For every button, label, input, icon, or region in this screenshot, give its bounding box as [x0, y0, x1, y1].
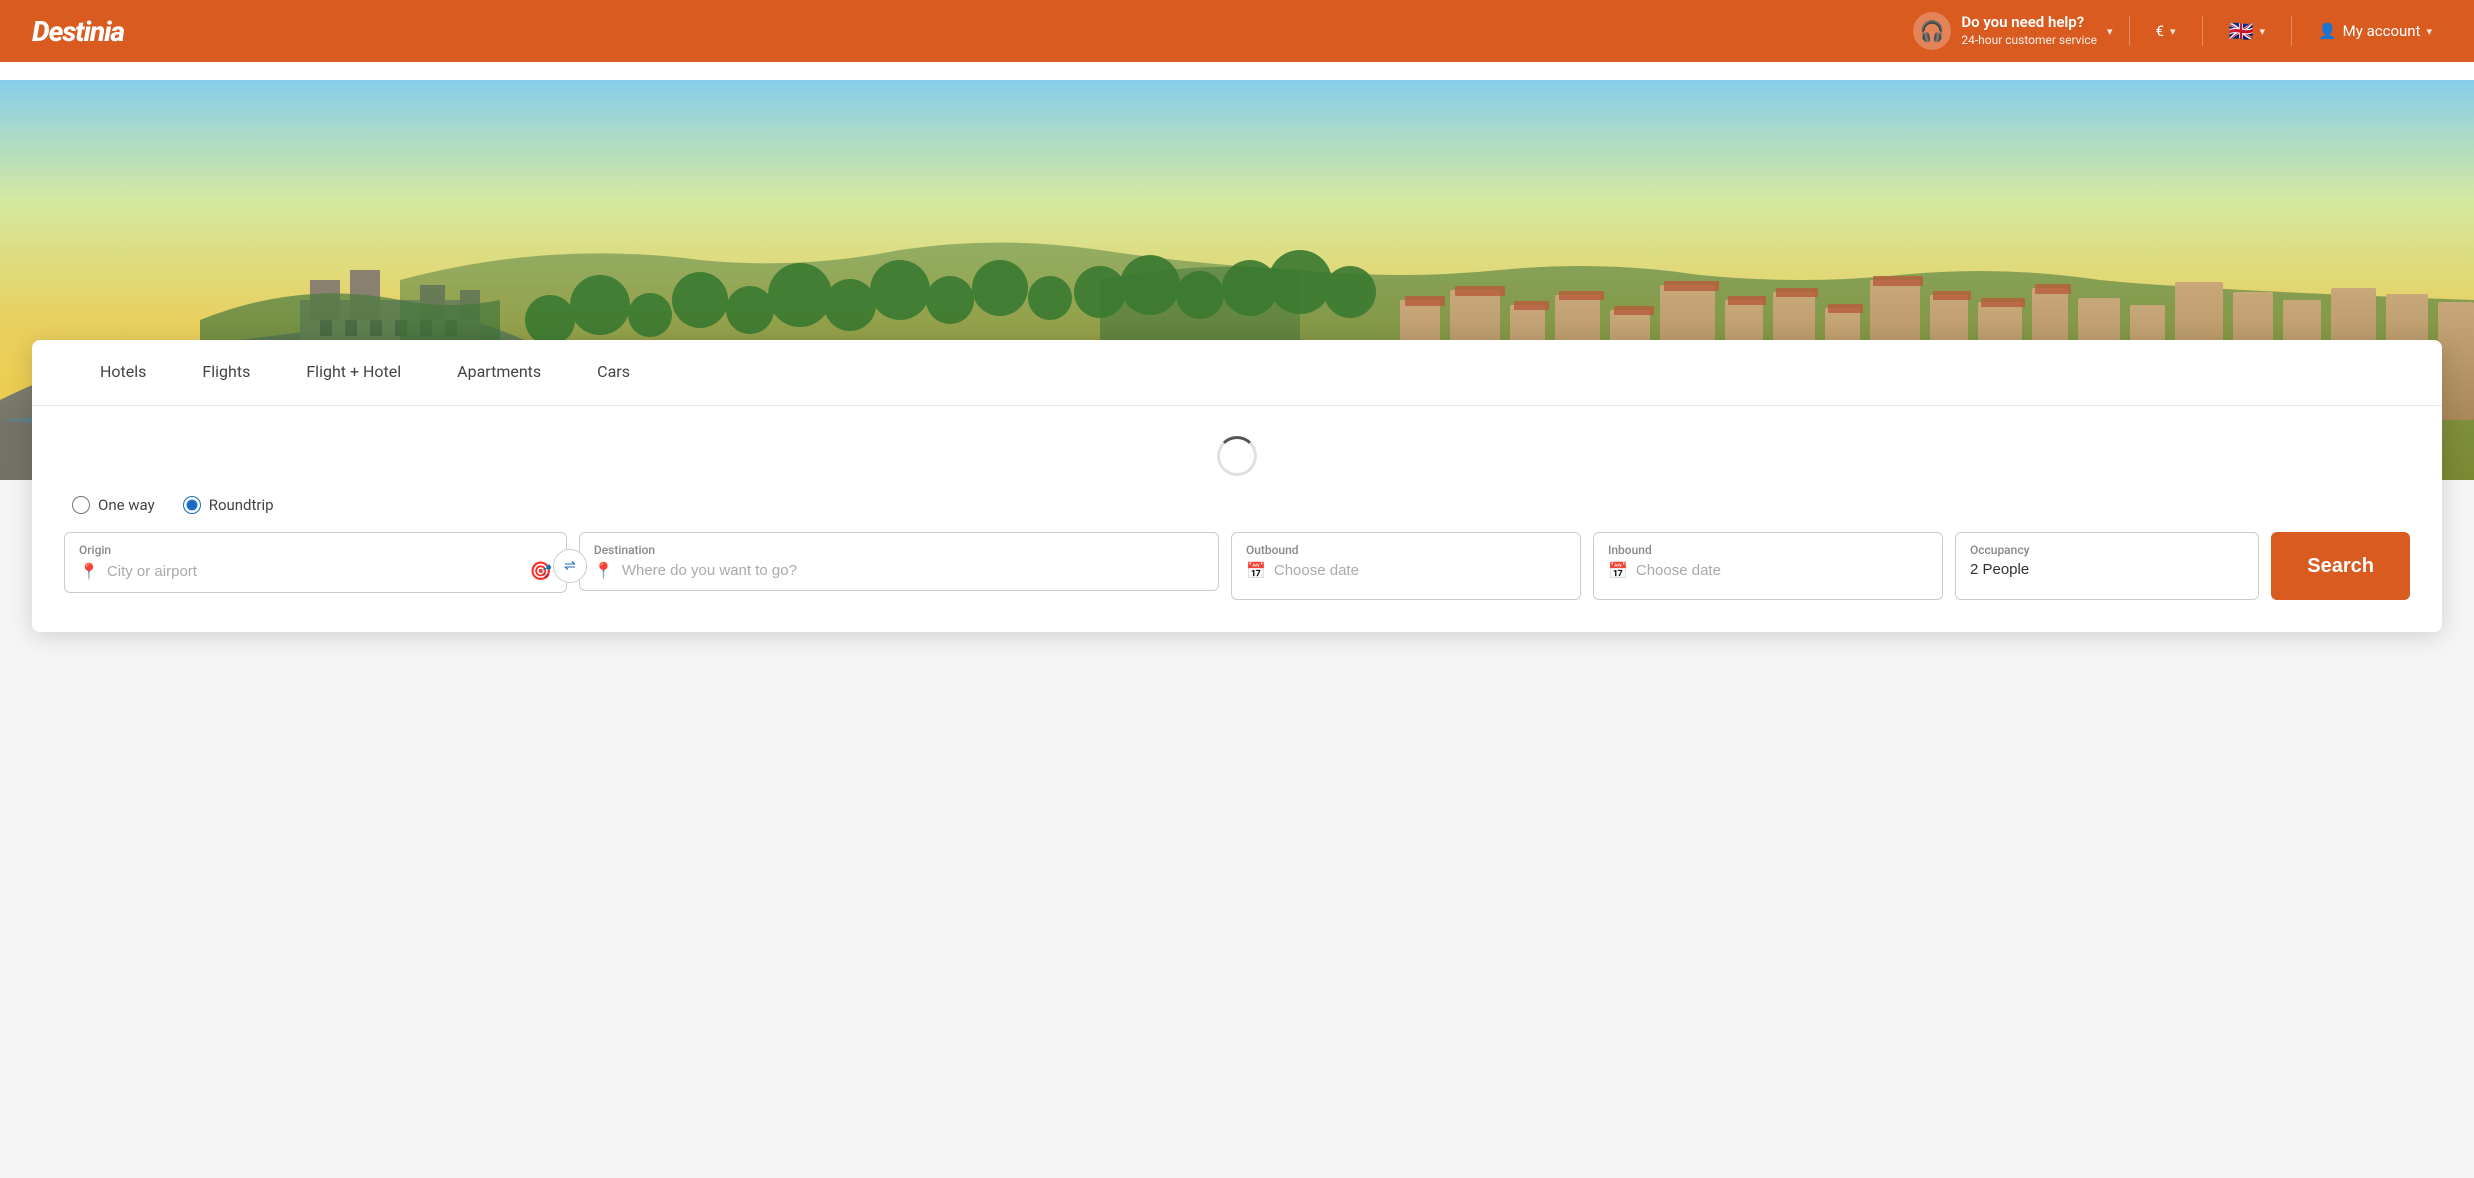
outbound-label: Outbound [1246, 543, 1566, 557]
currency-selector[interactable]: € ▾ [2146, 16, 2186, 46]
origin-label: Origin [79, 543, 552, 557]
location-icon: 📍 [79, 562, 99, 581]
origin-field: Origin 📍 🎯 [64, 532, 567, 593]
tab-hotels[interactable]: Hotels [72, 340, 174, 406]
outbound-calendar-icon: 📅 [1246, 561, 1266, 580]
inbound-date-field[interactable]: Inbound 📅 [1593, 532, 1943, 600]
help-title: Do you need help? [1961, 13, 2097, 33]
destination-label: Destination [594, 543, 1204, 557]
divider-3 [2291, 16, 2292, 46]
destination-input-row: 📍 [594, 561, 1204, 580]
origin-input-row: 📍 🎯 [79, 561, 552, 582]
help-chevron: ▾ [2107, 25, 2113, 38]
tab-flight-hotel[interactable]: Flight + Hotel [278, 340, 429, 406]
occupancy-label: Occupancy [1970, 543, 2244, 557]
account-icon: 👤 [2318, 22, 2337, 40]
inbound-label: Inbound [1608, 543, 1928, 557]
gps-icon[interactable]: 🎯 [529, 561, 551, 582]
inbound-input[interactable] [1636, 562, 1928, 579]
one-way-radio[interactable] [72, 496, 90, 514]
currency-symbol: € [2156, 22, 2164, 40]
help-subtitle: 24-hour customer service [1961, 33, 2097, 49]
tab-apartments[interactable]: Apartments [429, 340, 569, 406]
divider-1 [2129, 16, 2130, 46]
outbound-date-field[interactable]: Outbound 📅 [1231, 532, 1581, 600]
white-strip [0, 62, 2474, 80]
search-panel: Hotels Flights Flight + Hotel Apartments… [32, 340, 2442, 632]
destination-field: Destination 📍 [579, 532, 1219, 591]
header-right: 🎧 Do you need help? 24-hour customer ser… [1913, 12, 2442, 50]
language-chevron: ▾ [2259, 25, 2265, 38]
roundtrip-label: Roundtrip [209, 496, 274, 514]
one-way-label: One way [98, 496, 155, 514]
occupancy-input-row: 1 Person 2 People 3 People 4 People 5 Pe… [1970, 561, 2244, 578]
account-button[interactable]: 👤 My account ▾ [2308, 16, 2442, 46]
inbound-calendar-icon: 📅 [1608, 561, 1628, 580]
one-way-option[interactable]: One way [72, 496, 155, 514]
destination-location-icon: 📍 [594, 561, 614, 580]
loading-spinner [1217, 436, 1257, 476]
currency-chevron: ▾ [2170, 25, 2176, 38]
occupancy-select[interactable]: 1 Person 2 People 3 People 4 People 5 Pe… [1970, 561, 2244, 578]
search-button[interactable]: Search [2271, 532, 2410, 600]
destination-wrapper: Destination 📍 [579, 532, 1219, 600]
search-panel-wrapper: Hotels Flights Flight + Hotel Apartments… [0, 340, 2474, 672]
divider-2 [2202, 16, 2203, 46]
account-label: My account [2343, 22, 2421, 40]
origin-input[interactable] [107, 563, 522, 580]
roundtrip-radio[interactable] [183, 496, 201, 514]
help-text: Do you need help? 24-hour customer servi… [1961, 13, 2097, 48]
help-button[interactable]: 🎧 Do you need help? 24-hour customer ser… [1913, 12, 2112, 50]
roundtrip-option[interactable]: Roundtrip [183, 496, 274, 514]
main-header: Destinia 🎧 Do you need help? 24-hour cus… [0, 0, 2474, 62]
destination-input[interactable] [622, 562, 1204, 579]
outbound-input-row: 📅 [1246, 561, 1566, 580]
swap-button[interactable]: ⇌ [553, 549, 587, 583]
occupancy-field[interactable]: Occupancy 1 Person 2 People 3 People 4 P… [1955, 532, 2259, 600]
tab-flights[interactable]: Flights [174, 340, 278, 406]
origin-wrapper: Origin 📍 🎯 ⇌ [64, 532, 567, 600]
headset-icon: 🎧 [1913, 12, 1951, 50]
inbound-input-row: 📅 [1608, 561, 1928, 580]
trip-type-selector: One way Roundtrip [32, 486, 2442, 532]
outbound-input[interactable] [1274, 562, 1566, 579]
logo[interactable]: Destinia [32, 15, 124, 48]
flag-icon: 🇬🇧 [2229, 19, 2254, 43]
tab-cars[interactable]: Cars [569, 340, 658, 406]
search-tabs: Hotels Flights Flight + Hotel Apartments… [32, 340, 2442, 406]
account-chevron: ▾ [2426, 25, 2432, 38]
loading-area [32, 406, 2442, 486]
search-form: Origin 📍 🎯 ⇌ Destination 📍 [32, 532, 2442, 632]
language-selector[interactable]: 🇬🇧 ▾ [2219, 13, 2275, 49]
